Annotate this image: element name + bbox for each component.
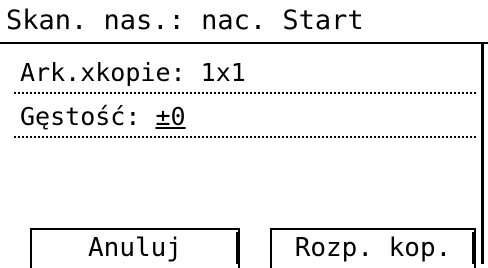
copies-value: 1x1 xyxy=(200,58,246,87)
copies-setting: Ark.xkopie: 1x1 xyxy=(20,58,246,88)
title-bar: Skan. nas.: nac. Start xyxy=(0,0,488,44)
scroll-rail xyxy=(481,44,484,264)
density-setting: Gęstość: ±0 xyxy=(20,102,186,132)
start-copy-button-label: Rozp. kop. xyxy=(294,233,452,263)
density-value: ±0 xyxy=(155,102,186,131)
cancel-button[interactable]: Anuluj xyxy=(30,228,240,268)
start-copy-button[interactable]: Rozp. kop. xyxy=(270,228,476,268)
cancel-button-label: Anuluj xyxy=(88,233,182,263)
copies-label: Ark.xkopie: xyxy=(20,58,186,87)
cancel-button-shadow xyxy=(236,232,240,264)
density-label: Gęstość: xyxy=(20,102,141,131)
setting-row-copies[interactable]: Ark.xkopie: 1x1 xyxy=(14,54,476,94)
screen-title: Skan. nas.: nac. Start xyxy=(6,5,364,36)
start-copy-button-shadow xyxy=(472,232,476,264)
lcd-screen: Skan. nas.: nac. Start Ark.xkopie: 1x1 G… xyxy=(0,0,488,268)
setting-row-density[interactable]: Gęstość: ±0 xyxy=(14,98,476,138)
